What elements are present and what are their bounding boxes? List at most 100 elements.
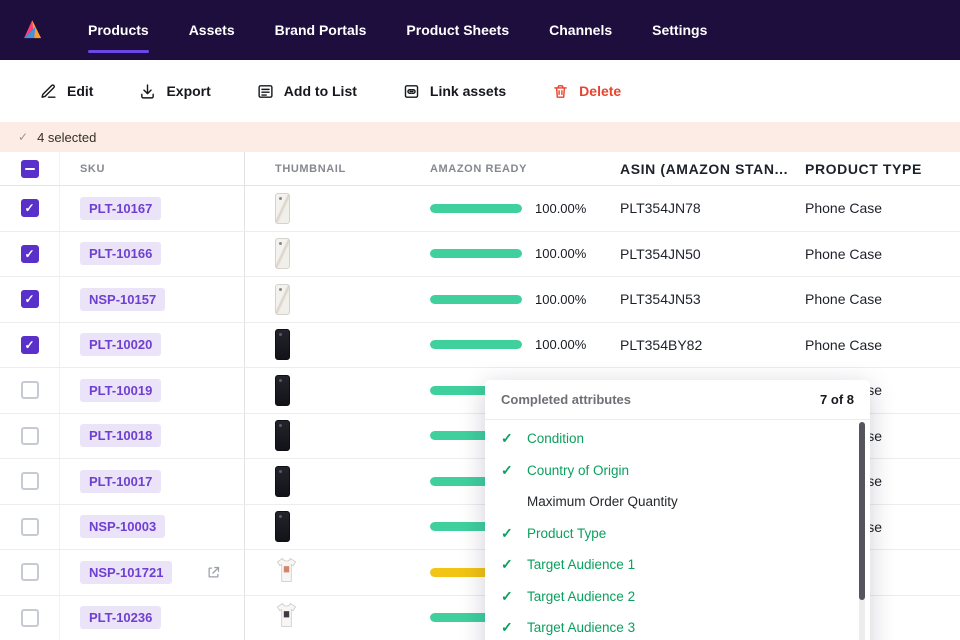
row-checkbox[interactable] [20, 608, 39, 627]
thumbnail-cell [245, 505, 430, 550]
app-root: Products Assets Brand Portals Product Sheet… [0, 0, 960, 640]
column-header-asin-amazon-stan[interactable]: ASIN (AMAZON STAN... [620, 152, 805, 185]
attribute-label: Product Type [527, 525, 607, 541]
nav-item-channels[interactable]: Channels [529, 14, 632, 46]
popup-scrollbar-thumb[interactable] [859, 422, 865, 600]
row-checkbox[interactable]: ✓ [20, 290, 39, 309]
amazon-ready-progress[interactable] [430, 249, 522, 259]
attribute-label: Target Audience 1 [527, 557, 636, 573]
sku-cell: NSP-10157 [60, 277, 245, 322]
product-thumbnail[interactable] [275, 602, 298, 633]
external-link-icon[interactable] [206, 565, 221, 580]
select-all-checkbox[interactable] [20, 159, 39, 178]
sku-link[interactable]: PLT-10236 [80, 606, 162, 630]
checkbox-cell: ✓ [0, 231, 60, 276]
export-button[interactable]: Export [139, 83, 211, 100]
app-logo-icon[interactable] [20, 17, 46, 43]
add-to-list-button[interactable]: Add to List [257, 83, 357, 100]
delete-button[interactable]: Delete [552, 83, 621, 100]
row-checkbox[interactable] [20, 517, 39, 536]
row-checkbox[interactable]: ✓ [20, 335, 39, 354]
table-row[interactable]: ✓ NSP-10157 100.00% PLT354JN53 Phone Case [0, 277, 960, 323]
product-type-cell: Phone Case [805, 336, 883, 353]
row-checkbox[interactable]: ✓ [20, 199, 39, 218]
camera-dot [279, 424, 282, 428]
sku-link[interactable]: PLT-10167 [80, 196, 162, 220]
product-thumbnail[interactable] [275, 192, 290, 224]
nav-item-product-sheets[interactable]: Product Sheets [386, 14, 529, 46]
camera-dot [279, 469, 282, 473]
check-icon: ✓ [18, 130, 29, 144]
check-icon: ✓ [501, 430, 513, 447]
popup-header: Completed attributes 7 of 8 [485, 380, 870, 420]
nav-item-settings[interactable]: Settings [632, 14, 727, 46]
attribute-item: ✓ Target Audience 2 [485, 581, 870, 613]
camera-dot [279, 515, 282, 519]
attribute-label: Target Audience 2 [527, 588, 636, 604]
amazon-ready-progress[interactable] [430, 340, 522, 350]
amazon-ready-cell: 100.00% [430, 323, 620, 368]
nav-item-label: Brand Portals [274, 22, 367, 38]
product-thumbnail[interactable] [275, 557, 298, 588]
row-checkbox[interactable] [20, 563, 39, 582]
row-checkbox[interactable]: ✓ [20, 244, 39, 263]
sku-link[interactable]: PLT-10018 [80, 424, 162, 448]
sku-cell: PLT-10236 [60, 595, 245, 640]
product-thumbnail[interactable] [275, 465, 290, 497]
trash-icon [552, 83, 569, 100]
nav-item-assets[interactable]: Assets [169, 14, 255, 46]
progress-fill [430, 340, 522, 350]
checkbox-cell [0, 504, 60, 549]
attribute-item: ✓ Target Audience 1 [485, 549, 870, 581]
table-row[interactable]: ✓ PLT-10166 100.00% PLT354JN50 Phone Case [0, 231, 960, 277]
sku-cell: NSP-10003 [60, 504, 245, 549]
checkbox-cell [0, 459, 60, 504]
minus-icon [24, 167, 35, 170]
column-header-amazon-ready[interactable]: AMAZON READY [430, 152, 620, 185]
link-assets-button[interactable]: Link assets [403, 83, 506, 100]
nav-item-products[interactable]: Products [68, 14, 169, 53]
column-header-thumbnail[interactable]: THUMBNAIL [245, 152, 430, 185]
thumbnail-cell [245, 277, 430, 322]
thumbnail-cell [245, 550, 430, 595]
asin-cell: PLT354JN78 [620, 200, 701, 217]
checkbox-cell: ✓ [0, 186, 60, 231]
thumbnail-cell [245, 186, 430, 231]
product-type-cell: Phone Case [805, 291, 883, 308]
nav-item-brand-portals[interactable]: Brand Portals [255, 14, 387, 46]
header-checkbox-cell [0, 152, 60, 185]
amazon-ready-progress[interactable] [430, 294, 522, 304]
sku-link[interactable]: PLT-10017 [80, 469, 162, 493]
sku-link[interactable]: PLT-10166 [80, 242, 162, 266]
sku-link[interactable]: PLT-10020 [80, 333, 162, 357]
check-icon: ✓ [501, 556, 513, 573]
camera-dot [279, 242, 282, 246]
progress-fill [430, 249, 522, 259]
row-checkbox[interactable] [20, 472, 39, 491]
progress-fill [430, 294, 522, 304]
attribute-item: ✓Maximum Order Quantity [485, 486, 870, 518]
amazon-ready-cell: 100.00% [430, 277, 620, 322]
table-row[interactable]: ✓ PLT-10020 100.00% PLT354BY82 Phone Case [0, 322, 960, 368]
sku-link[interactable]: NSP-101721 [80, 560, 173, 584]
table-row[interactable]: ✓ PLT-10167 100.00% PLT354JN78 Phone Case [0, 186, 960, 232]
sku-link[interactable]: NSP-10157 [80, 287, 166, 311]
product-thumbnail[interactable] [275, 329, 290, 361]
column-header-sku[interactable]: SKU [60, 152, 245, 185]
nav-item-label: Product Sheets [406, 22, 510, 38]
checkbox-cell: ✓ [0, 322, 60, 367]
product-thumbnail[interactable] [275, 420, 290, 452]
camera-dot [279, 333, 282, 337]
product-thumbnail[interactable] [275, 283, 290, 315]
sku-link[interactable]: PLT-10019 [80, 378, 162, 402]
product-thumbnail[interactable] [275, 374, 290, 406]
edit-button[interactable]: Edit [40, 83, 93, 100]
row-checkbox[interactable] [20, 426, 39, 445]
product-thumbnail[interactable] [275, 238, 290, 270]
amazon-ready-progress[interactable] [430, 203, 522, 213]
product-thumbnail[interactable] [275, 511, 290, 543]
asin-cell: PLT354BY82 [620, 336, 703, 353]
column-header-product-type[interactable]: PRODUCT TYPE [805, 152, 960, 185]
row-checkbox[interactable] [20, 381, 39, 400]
sku-link[interactable]: NSP-10003 [80, 515, 166, 539]
